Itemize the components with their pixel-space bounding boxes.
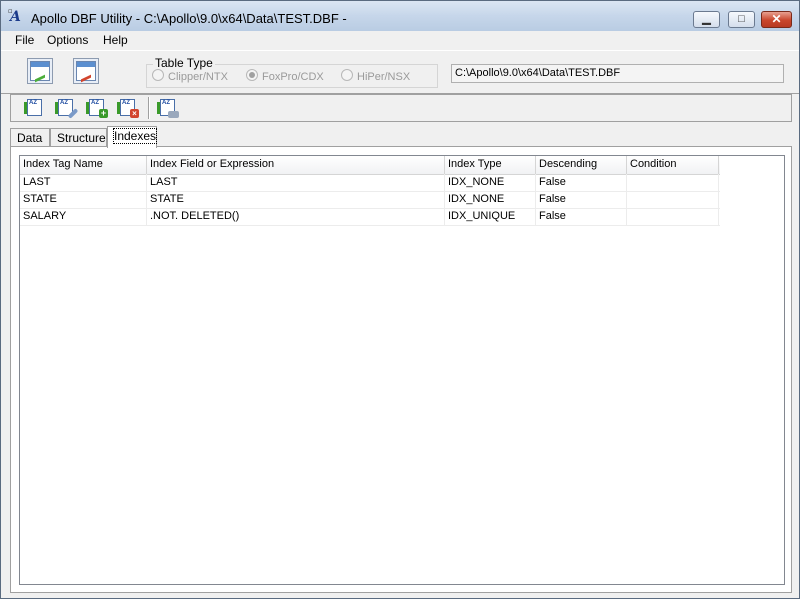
close-icon: ✕ xyxy=(771,12,782,26)
radio-selected-icon xyxy=(246,69,258,81)
table-type-group: Table Type Clipper/NTX FoxPro/CDX HiPer/… xyxy=(146,55,439,89)
grid-header: Index Tag Name Index Field or Expression… xyxy=(20,156,720,175)
index-sort-button[interactable] xyxy=(24,98,46,118)
maximize-icon: □ xyxy=(738,13,745,25)
index-edit-button[interactable] xyxy=(55,98,79,119)
cell-expression: .NOT. DELETED() xyxy=(147,208,445,225)
close-button[interactable]: ✕ xyxy=(761,11,792,28)
title-bar[interactable]: ▫ A Apollo DBF Utility - C:\Apollo\9.0\x6… xyxy=(1,1,799,31)
maximize-button[interactable]: □ xyxy=(728,11,755,28)
table-path-field[interactable]: C:\Apollo\9.0\x64\Data\TEST.DBF xyxy=(451,64,784,83)
cell-index-type: IDX_NONE xyxy=(445,174,536,191)
table-row[interactable]: SALARY .NOT. DELETED() IDX_UNIQUE False xyxy=(20,208,720,226)
index-toolbar: + × xyxy=(10,94,792,122)
window-title: Apollo DBF Utility - C:\Apollo\9.0\x64\D… xyxy=(31,11,347,26)
index-sort-icon xyxy=(27,99,42,116)
open-table-icon xyxy=(30,61,50,81)
cell-tag-name: SALARY xyxy=(20,208,147,225)
index-add-button[interactable]: + xyxy=(86,98,108,118)
radio-clipper-ntx[interactable]: Clipper/NTX xyxy=(152,69,228,83)
table-type-label: Table Type xyxy=(153,56,215,70)
toolbar-separator xyxy=(148,97,150,119)
menu-options[interactable]: Options xyxy=(47,33,88,47)
apollo-app-icon: ▫ A xyxy=(8,6,21,25)
radio-foxpro-cdx[interactable]: FoxPro/CDX xyxy=(246,69,324,83)
column-header-descending[interactable]: Descending xyxy=(536,156,627,174)
cell-index-type: IDX_NONE xyxy=(445,191,536,208)
indexes-panel: Index Tag Name Index Field or Expression… xyxy=(10,146,792,593)
properties-icon xyxy=(168,111,179,118)
minimize-button[interactable]: ▁ xyxy=(693,11,720,28)
minimize-icon: ▁ xyxy=(702,13,711,25)
close-table-button[interactable] xyxy=(73,58,99,84)
tab-structure[interactable]: Structure xyxy=(50,128,107,147)
cell-tag-name: LAST xyxy=(20,174,147,191)
cell-condition xyxy=(627,174,719,191)
tab-data[interactable]: Data xyxy=(10,128,50,147)
plus-icon: + xyxy=(99,108,108,118)
radio-hiper-nsx[interactable]: HiPer/NSX xyxy=(341,69,410,83)
cell-descending: False xyxy=(536,191,627,208)
cell-descending: False xyxy=(536,174,627,191)
column-header-condition[interactable]: Condition xyxy=(627,156,719,174)
column-header-tag-name[interactable]: Index Tag Name xyxy=(20,156,147,174)
cell-expression: STATE xyxy=(147,191,445,208)
cell-expression: LAST xyxy=(147,174,445,191)
radio-icon xyxy=(341,69,353,81)
index-properties-button[interactable] xyxy=(157,98,179,118)
column-header-expression[interactable]: Index Field or Expression xyxy=(147,156,445,174)
cell-condition xyxy=(627,208,719,225)
indexes-grid[interactable]: Index Tag Name Index Field or Expression… xyxy=(19,155,785,585)
table-row[interactable]: LAST LAST IDX_NONE False xyxy=(20,174,720,192)
cell-condition xyxy=(627,191,719,208)
radio-icon xyxy=(152,69,164,81)
cell-index-type: IDX_UNIQUE xyxy=(445,208,536,225)
app-window: ▫ A Apollo DBF Utility - C:\Apollo\9.0\x6… xyxy=(0,0,800,599)
index-delete-button[interactable]: × xyxy=(117,98,139,118)
tab-indexes[interactable]: Indexes xyxy=(107,126,158,148)
cell-descending: False xyxy=(536,208,627,225)
menu-file[interactable]: File xyxy=(15,33,34,47)
delete-x-icon: × xyxy=(130,109,139,118)
menu-help[interactable]: Help xyxy=(103,33,128,47)
table-row[interactable]: STATE STATE IDX_NONE False xyxy=(20,191,720,209)
close-table-icon xyxy=(76,61,96,81)
cell-tag-name: STATE xyxy=(20,191,147,208)
column-header-index-type[interactable]: Index Type xyxy=(445,156,536,174)
main-toolbar: Table Type Clipper/NTX FoxPro/CDX HiPer/… xyxy=(1,50,799,94)
menu-bar: File Options Help xyxy=(1,31,799,50)
open-table-button[interactable] xyxy=(27,58,53,84)
